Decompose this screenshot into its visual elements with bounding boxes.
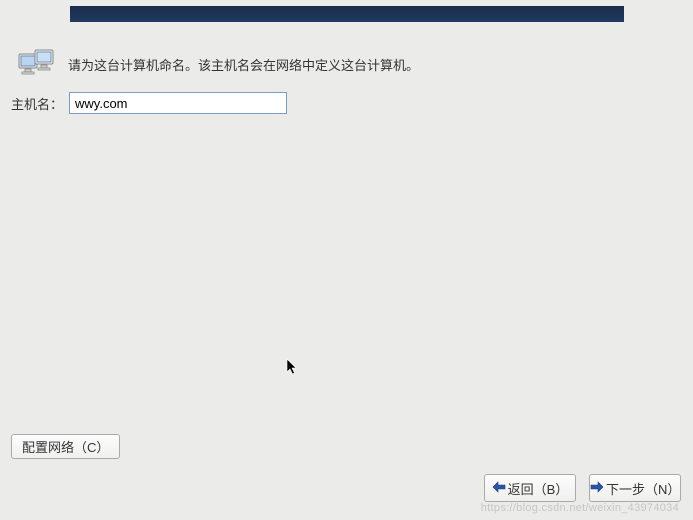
configure-network-container: 配置网络（C） (11, 434, 120, 459)
hostname-row: 主机名： (11, 92, 287, 114)
instruction-text: 请为这台计算机命名。该主机名会在网络中定义这台计算机。 (68, 55, 419, 74)
back-label: 返回（B） (508, 479, 569, 498)
hostname-label: 主机名： (11, 94, 63, 113)
watermark-text: https://blog.csdn.net/weixin_43974034 (481, 502, 679, 514)
hostname-input[interactable] (69, 92, 287, 114)
back-button[interactable]: 返回（B） (484, 474, 576, 502)
instruction-row: 请为这台计算机命名。该主机名会在网络中定义这台计算机。 (18, 48, 419, 80)
arrow-right-icon (590, 481, 604, 496)
computer-icon (18, 48, 56, 80)
arrow-left-icon (492, 481, 506, 496)
configure-network-button[interactable]: 配置网络（C） (11, 434, 120, 459)
next-button[interactable]: 下一步（N） (589, 474, 681, 502)
header-banner (70, 6, 624, 22)
next-label: 下一步（N） (606, 479, 680, 498)
configure-network-label: 配置网络（C） (22, 437, 109, 456)
cursor-icon (286, 358, 300, 379)
bottom-buttons: 返回（B） 下一步（N） (484, 474, 681, 502)
